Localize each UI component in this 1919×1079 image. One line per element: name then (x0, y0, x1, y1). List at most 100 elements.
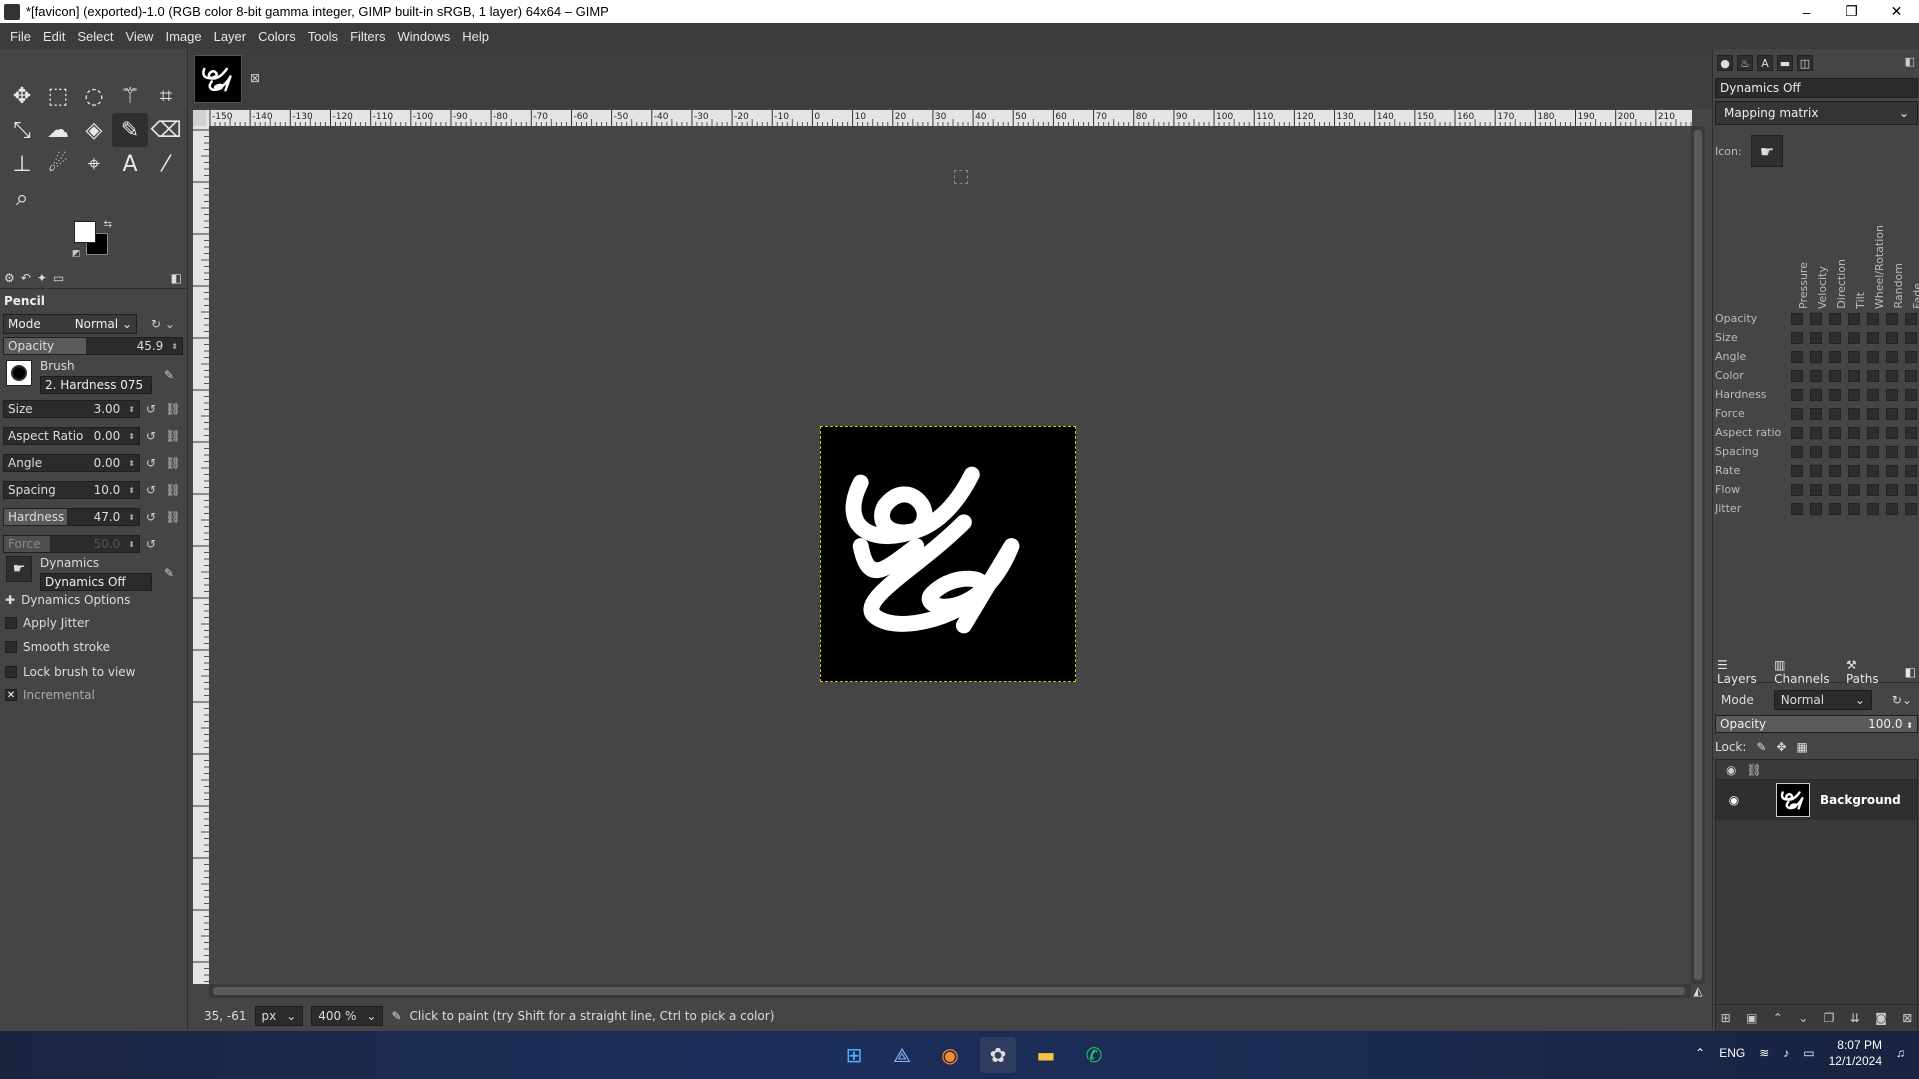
matrix-cell[interactable] (1829, 407, 1841, 420)
matrix-cell[interactable] (1886, 331, 1898, 344)
spin-icon[interactable]: ⬍ (128, 486, 135, 495)
document-tab-icon[interactable]: ▬ (1777, 55, 1793, 71)
wifi-icon[interactable]: ≋ (1759, 1046, 1769, 1060)
matrix-cell[interactable] (1791, 350, 1803, 363)
menu-file[interactable]: File (4, 29, 37, 44)
configure-tab-icon[interactable]: ◧ (171, 271, 182, 285)
brushes-tab-icon[interactable]: ✦ (37, 271, 47, 285)
reset-spacing-icon[interactable]: ↺ (142, 481, 160, 499)
maximize-button[interactable]: ❐ (1829, 0, 1874, 23)
lock-alpha-icon[interactable]: ▦ (1797, 740, 1808, 754)
matrix-cell[interactable] (1886, 445, 1898, 458)
apply-jitter-checkbox[interactable]: Apply Jitter (5, 614, 89, 632)
close-button[interactable]: ✕ (1874, 0, 1919, 23)
raise-layer-icon[interactable]: ⌃ (1773, 1011, 1783, 1025)
menu-help[interactable]: Help (456, 29, 495, 44)
favicon-image[interactable] (820, 426, 1076, 682)
menu-edit[interactable]: Edit (37, 29, 71, 44)
matrix-cell[interactable] (1791, 502, 1803, 515)
menu-image[interactable]: Image (159, 29, 207, 44)
matrix-cell[interactable] (1829, 464, 1841, 477)
reset-hardness-icon[interactable]: ↺ (142, 508, 160, 526)
lasso-tool-icon[interactable]: ◌ (76, 79, 112, 113)
matrix-cell[interactable] (1886, 483, 1898, 496)
dynamics-preview-icon[interactable]: ☛ (6, 556, 32, 582)
hardness-slider[interactable]: Hardness 47.0 ⬍ (3, 508, 140, 526)
matrix-cell[interactable] (1867, 483, 1879, 496)
layers-opacity-slider[interactable]: Opacity 100.0 ⬍ (1715, 715, 1918, 733)
link-spacing-icon[interactable]: ⛓ (164, 481, 182, 499)
brush-name[interactable]: 2. Hardness 075 (40, 376, 152, 394)
matrix-cell[interactable] (1905, 445, 1917, 458)
matrix-cell[interactable] (1886, 407, 1898, 420)
matrix-cell[interactable] (1791, 426, 1803, 439)
fuzzy-select-tool-icon[interactable]: ⚚ (112, 79, 148, 113)
layers-mode-reset-icon[interactable]: ↻⌄ (1892, 693, 1912, 707)
opacity-slider[interactable]: Opacity 45.9 ⬍ (3, 337, 183, 355)
matrix-cell[interactable] (1905, 350, 1917, 363)
reset-size-icon[interactable]: ↺ (142, 400, 160, 418)
transform-tool-icon[interactable]: ⤡ (4, 113, 40, 147)
matrix-cell[interactable] (1867, 388, 1879, 401)
file-explorer-icon[interactable]: ▬ (1028, 1037, 1064, 1073)
matrix-cell[interactable] (1848, 502, 1860, 515)
matrix-cell[interactable] (1867, 331, 1879, 344)
foreground-color[interactable] (74, 221, 96, 243)
minimize-button[interactable]: – (1784, 0, 1829, 23)
matrix-cell[interactable] (1810, 312, 1822, 325)
tab-layers[interactable]: ☰ Layers (1717, 658, 1766, 686)
matrix-cell[interactable] (1905, 407, 1917, 420)
paths-tool-icon[interactable]: ⌖ (76, 147, 112, 181)
matrix-cell[interactable] (1791, 445, 1803, 458)
matrix-cell[interactable] (1810, 350, 1822, 363)
matrix-cell[interactable] (1867, 350, 1879, 363)
aspect-ratio-slider[interactable]: Aspect Ratio 0.00 ⬍ (3, 427, 140, 445)
matrix-cell[interactable] (1905, 369, 1917, 382)
images-tab-icon[interactable]: ▭ (53, 271, 64, 285)
firefox-icon[interactable]: ◉ (932, 1037, 968, 1073)
configure-dock-icon[interactable]: ◧ (1905, 55, 1915, 68)
dynamics-tab-icon[interactable]: ♨ (1737, 55, 1753, 71)
crop-tool-icon[interactable]: ⌗ (148, 79, 184, 113)
menu-windows[interactable]: Windows (391, 29, 456, 44)
chevron-up-icon[interactable]: ⌃ (1695, 1046, 1705, 1060)
reset-colors-icon[interactable]: ◩ (72, 249, 81, 259)
mask-layer-icon[interactable]: ◙ (1875, 1011, 1887, 1025)
pencil-tool-icon[interactable]: ✎ (112, 113, 148, 147)
matrix-cell[interactable] (1791, 312, 1803, 325)
menu-layer[interactable]: Layer (208, 29, 253, 44)
clone-tool-icon[interactable]: ⊥ (4, 147, 40, 181)
volume-icon[interactable]: ♪ (1783, 1046, 1789, 1060)
merge-layer-icon[interactable]: ⇊ (1850, 1011, 1860, 1025)
matrix-cell[interactable] (1867, 312, 1879, 325)
matrix-cell[interactable] (1829, 312, 1841, 325)
matrix-cell[interactable] (1905, 331, 1917, 344)
matrix-cell[interactable] (1810, 464, 1822, 477)
matrix-cell[interactable] (1810, 407, 1822, 420)
tab-channels[interactable]: ▥ Channels (1774, 658, 1838, 686)
notifications-icon[interactable]: ♫ (1896, 1046, 1905, 1060)
dynamics-name-field[interactable]: Dynamics Off (1715, 78, 1918, 98)
mode-select[interactable]: Mode Normal ⌄ (3, 314, 137, 334)
angle-slider[interactable]: Angle 0.00 ⬍ (3, 454, 140, 472)
templates-tab-icon[interactable]: ◫ (1797, 55, 1813, 71)
menu-filters[interactable]: Filters (344, 29, 391, 44)
matrix-cell[interactable] (1810, 388, 1822, 401)
rect-select-tool-icon[interactable]: ⬚ (40, 79, 76, 113)
matrix-cell[interactable] (1791, 483, 1803, 496)
spacing-slider[interactable]: Spacing 10.0 ⬍ (3, 481, 140, 499)
dynamics-options-expander[interactable]: ✚ Dynamics Options (5, 591, 130, 609)
lock-brush-checkbox[interactable]: Lock brush to view (5, 663, 136, 681)
gimp-taskbar-icon[interactable]: ✿ (980, 1037, 1016, 1073)
matrix-cell[interactable] (1848, 426, 1860, 439)
close-image-tab-icon[interactable]: ⊠ (250, 71, 260, 85)
matrix-cell[interactable] (1905, 464, 1917, 477)
delete-layer-icon[interactable]: ⊠ (1902, 1011, 1912, 1025)
matrix-cell[interactable] (1848, 369, 1860, 382)
matrix-cell[interactable] (1829, 426, 1841, 439)
link-hardness-icon[interactable]: ⛓ (164, 508, 182, 526)
lock-position-icon[interactable]: ✥ (1776, 740, 1786, 754)
new-layer-icon[interactable]: ⊞ (1721, 1011, 1731, 1025)
spin-icon[interactable]: ⬍ (128, 513, 135, 522)
vertical-scroll-thumb[interactable] (1694, 130, 1702, 980)
